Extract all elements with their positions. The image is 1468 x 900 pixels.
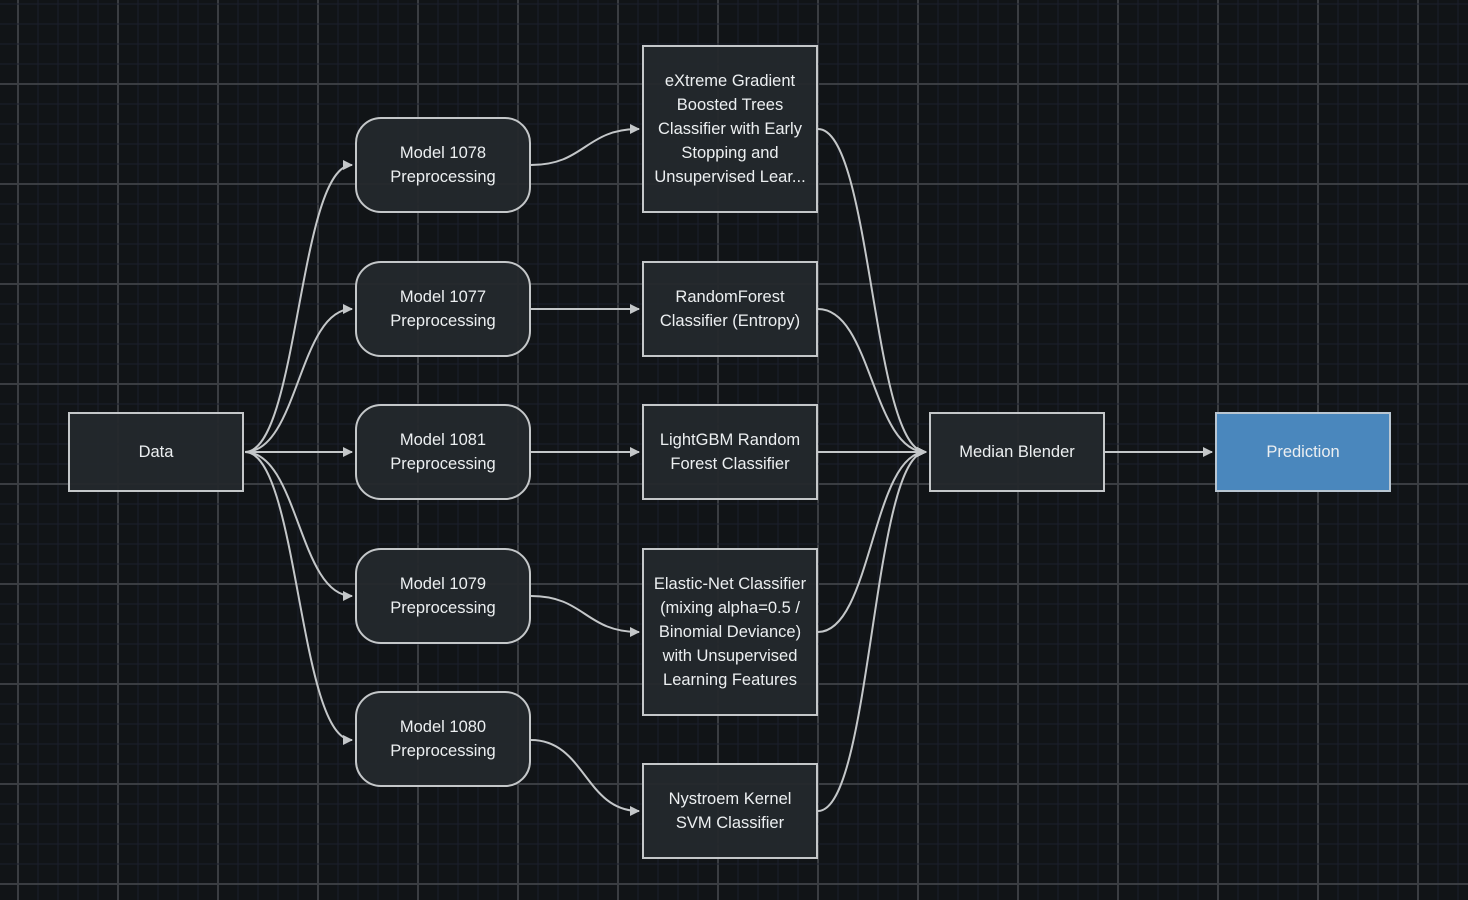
data-node[interactable]: Data — [68, 412, 244, 492]
model-node-xgboost[interactable]: eXtreme Gradient Boosted Trees Classifie… — [642, 45, 818, 213]
preprocessing-node-1081[interactable]: Model 1081 Preprocessing — [355, 404, 531, 500]
prediction-node[interactable]: Prediction — [1215, 412, 1391, 492]
model-node-random-forest[interactable]: RandomForest Classifier (Entropy) — [642, 261, 818, 357]
edge-preprocessing-to-model — [530, 595, 640, 637]
preprocessing-node-1079[interactable]: Model 1079 Preprocessing — [355, 548, 531, 644]
edge-preprocessing-to-model — [530, 124, 640, 166]
edge-model-to-blender — [817, 447, 927, 812]
preprocessing-node-1077[interactable]: Model 1077 Preprocessing — [355, 261, 531, 357]
edge-model-to-blender — [817, 447, 927, 633]
edge-preprocessing-to-model — [530, 739, 640, 816]
model-node-elastic-net[interactable]: Elastic-Net Classifier (mixing alpha=0.5… — [642, 548, 818, 716]
preprocessing-node-1078[interactable]: Model 1078 Preprocessing — [355, 117, 531, 213]
edge-model-to-blender — [817, 308, 927, 457]
median-blender-node[interactable]: Median Blender — [929, 412, 1105, 492]
preprocessing-node-1080[interactable]: Model 1080 Preprocessing — [355, 691, 531, 787]
model-node-nystroem-svm[interactable]: Nystroem Kernel SVM Classifier — [642, 763, 818, 859]
model-node-lightgbm[interactable]: LightGBM Random Forest Classifier — [642, 404, 818, 500]
